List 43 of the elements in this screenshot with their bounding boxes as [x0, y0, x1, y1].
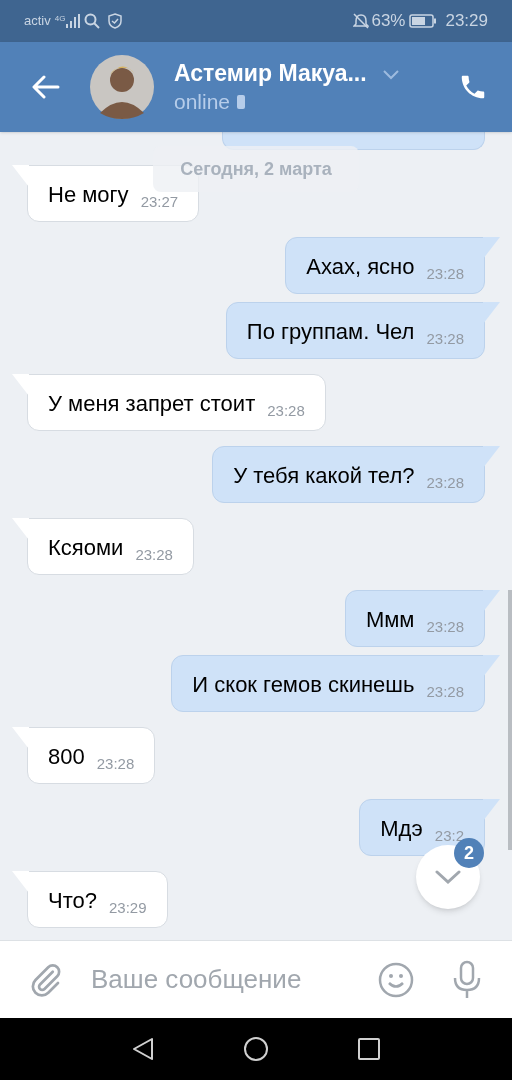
status-time: 23:29 [445, 10, 488, 33]
message-text: Мдэ [380, 818, 423, 840]
home-circle-icon[interactable] [244, 1037, 268, 1061]
battery-percent: 63% [371, 10, 406, 33]
shield-icon [108, 13, 123, 29]
contact-name[interactable]: Астемир Макуа... [174, 58, 367, 88]
microphone-icon[interactable] [452, 959, 482, 1000]
message-time: 23:28 [426, 266, 464, 281]
message-text: Что? [48, 890, 97, 912]
battery-icon [409, 14, 438, 28]
message-time: 23:28 [135, 547, 173, 562]
message-time: 23:28 [426, 619, 464, 634]
smiley-icon[interactable] [378, 961, 414, 998]
phone-device-icon [236, 94, 247, 111]
avatar[interactable] [90, 55, 154, 119]
contact-status: online [174, 89, 231, 116]
message-time: 23:28 [426, 475, 464, 490]
message-text: По группам. Чел [246, 321, 415, 343]
signal-icon [66, 14, 81, 28]
recents-square-icon[interactable] [358, 1038, 380, 1060]
message-text: Ммм [365, 609, 415, 631]
message-text: У тебя какой тел? [233, 465, 415, 487]
network-type: 4G [54, 13, 66, 25]
message-time: 23:28 [267, 403, 305, 418]
message-text: Не могу [48, 184, 129, 206]
date-label: Сегодня, 2 марта [153, 146, 359, 192]
search-icon [84, 13, 101, 29]
back-triangle-icon[interactable] [132, 1037, 154, 1061]
carrier-name: activ [24, 12, 51, 31]
message-input[interactable]: Ваше сообщение [91, 960, 370, 999]
back-arrow-icon [32, 75, 60, 99]
message-time: 23:28 [426, 684, 464, 699]
message-text: Ахах, ясно [306, 256, 415, 278]
message-text: 800 [48, 746, 85, 768]
message-text: У меня запрет стоит [48, 393, 256, 415]
message-text: Ксяоми [48, 537, 124, 559]
chevron-down-icon [435, 870, 461, 884]
message-time: 23:27 [140, 194, 179, 209]
message-text: И скок гемов скинешь [192, 674, 415, 696]
chevron-down-icon[interactable] [382, 70, 399, 80]
message-time: 23:28 [426, 331, 464, 346]
message-time: 23:29 [108, 900, 147, 915]
message-time: 23:28 [96, 756, 135, 771]
